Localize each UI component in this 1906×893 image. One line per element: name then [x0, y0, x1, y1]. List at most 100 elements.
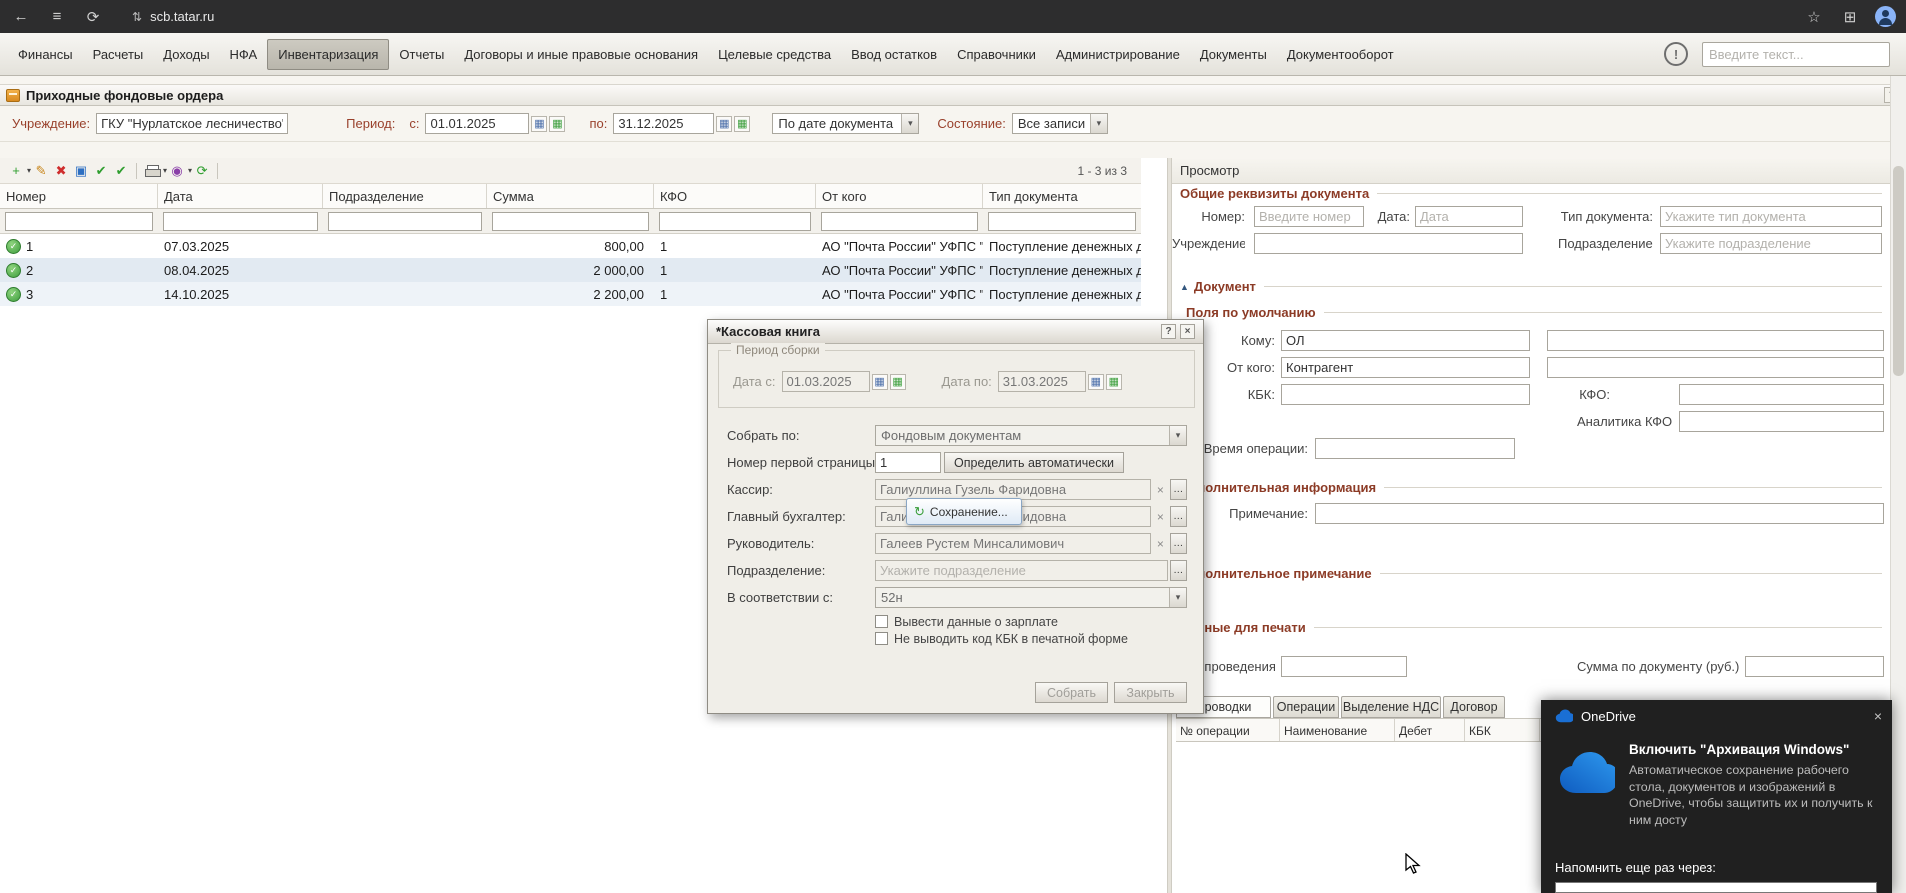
chevron-down-icon[interactable]: ▾: [27, 166, 31, 175]
refresh-grid-icon[interactable]: ⟳: [193, 161, 211, 181]
calendar-icon[interactable]: ▦: [716, 116, 732, 132]
notifications-icon[interactable]: !: [1664, 42, 1688, 66]
tab-contract[interactable]: Договор: [1443, 696, 1505, 718]
institution-input[interactable]: [96, 113, 288, 134]
column-filter-input[interactable]: [328, 212, 482, 231]
kfo-input[interactable]: [1679, 384, 1884, 405]
refresh-icon[interactable]: ⟳: [82, 8, 104, 26]
sub-column-header[interactable]: № операции: [1176, 719, 1280, 741]
calendar-today-icon[interactable]: ▦: [1106, 374, 1122, 390]
sub-column-header[interactable]: Наименование: [1280, 719, 1395, 741]
site-info-icon[interactable]: ⇅: [132, 10, 142, 24]
kbk-checkbox-label[interactable]: Не выводить код КБК в печатной форме: [894, 632, 1128, 646]
calendar-icon[interactable]: ▦: [1088, 374, 1104, 390]
kbk-input[interactable]: [1281, 384, 1530, 405]
column-header[interactable]: Подразделение: [323, 184, 487, 208]
copy-icon[interactable]: ▣: [72, 161, 90, 181]
column-filter-input[interactable]: [988, 212, 1136, 231]
page-scrollbar[interactable]: [1890, 76, 1906, 893]
column-filter-input[interactable]: [5, 212, 153, 231]
column-filter-input[interactable]: [492, 212, 649, 231]
op-time-input[interactable]: [1315, 438, 1515, 459]
kbk-checkbox[interactable]: [875, 632, 888, 645]
menu-item-nfa[interactable]: НФА: [220, 40, 268, 69]
section-document[interactable]: ▲Документ: [1180, 279, 1882, 294]
bookmark-star-icon[interactable]: ☆: [1803, 8, 1825, 26]
date-from-input[interactable]: [782, 371, 870, 392]
onedrive-remind-select[interactable]: [1555, 882, 1877, 893]
edit-icon[interactable]: ✎: [32, 161, 50, 181]
menu-item-documents[interactable]: Документы: [1190, 40, 1277, 69]
add-icon[interactable]: +: [7, 161, 25, 181]
menu-item-incomes[interactable]: Доходы: [153, 40, 219, 69]
clear-icon[interactable]: ×: [1153, 480, 1167, 499]
note-input[interactable]: [1315, 503, 1884, 524]
tab-operations[interactable]: Операции: [1273, 696, 1339, 718]
to-whom-extra-input[interactable]: [1547, 330, 1884, 351]
column-filter-input[interactable]: [821, 212, 978, 231]
auto-detect-button[interactable]: Определить автоматически: [944, 452, 1124, 473]
institution-input[interactable]: [1254, 233, 1523, 254]
dialog-help-icon[interactable]: ?: [1161, 324, 1176, 339]
dialog-close-icon[interactable]: ×: [1180, 324, 1195, 339]
address-bar[interactable]: ⇅ scb.tatar.ru: [132, 9, 214, 24]
sub-column-header[interactable]: Дебет: [1395, 719, 1465, 741]
menu-item-finances[interactable]: Финансы: [8, 40, 83, 69]
menu-item-administration[interactable]: Администрирование: [1046, 40, 1190, 69]
calendar-icon[interactable]: ▦: [872, 374, 888, 390]
from-whom-extra-input[interactable]: [1547, 357, 1884, 378]
post-icon[interactable]: ✔: [92, 161, 110, 181]
kfo-analytics-input[interactable]: [1679, 411, 1884, 432]
period-from-input[interactable]: [425, 113, 529, 134]
menu-item-target-funds[interactable]: Целевые средства: [708, 40, 841, 69]
division-input[interactable]: [1660, 233, 1882, 254]
profile-icon[interactable]: [1875, 6, 1896, 27]
menu-item-calculations[interactable]: Расчеты: [83, 40, 154, 69]
global-search-input[interactable]: [1702, 42, 1890, 67]
table-row[interactable]: ✓1 07.03.2025 800,00 1 АО "Почта России"…: [0, 234, 1141, 258]
table-row[interactable]: ✓3 14.10.2025 2 200,00 1 АО "Почта Росси…: [0, 282, 1141, 306]
column-filter-input[interactable]: [163, 212, 318, 231]
dialog-titlebar[interactable]: *Кассовая книга ? ×: [708, 320, 1203, 344]
menu-item-balances[interactable]: Ввод остатков: [841, 40, 947, 69]
menu-item-contracts[interactable]: Договоры и иные правовые основания: [454, 40, 708, 69]
chevron-down-icon[interactable]: ▾: [1169, 588, 1186, 607]
column-header[interactable]: От кого: [816, 184, 983, 208]
state-select[interactable]: Все записи ▾: [1012, 113, 1108, 134]
lookup-icon[interactable]: …: [1170, 533, 1187, 554]
back-icon[interactable]: ←: [10, 8, 32, 25]
chevron-down-icon[interactable]: ▾: [1090, 114, 1107, 133]
chevron-down-icon[interactable]: ▾: [1169, 426, 1186, 445]
calendar-today-icon[interactable]: ▦: [890, 374, 906, 390]
collect-by-select[interactable]: Фондовым документам ▾: [875, 425, 1187, 446]
menu-item-directories[interactable]: Справочники: [947, 40, 1046, 69]
menu-item-reports[interactable]: Отчеты: [389, 40, 454, 69]
close-button[interactable]: Закрыть: [1114, 682, 1187, 703]
print-icon[interactable]: [143, 161, 161, 181]
clear-icon[interactable]: ×: [1153, 507, 1167, 526]
first-page-input[interactable]: [875, 452, 941, 473]
lookup-icon[interactable]: …: [1170, 506, 1187, 527]
manager-input[interactable]: [875, 533, 1151, 554]
calendar-today-icon[interactable]: ▦: [549, 116, 565, 132]
chevron-down-icon[interactable]: ▾: [163, 166, 167, 175]
table-row[interactable]: ✓2 08.04.2025 2 000,00 1 АО "Почта Росси…: [0, 258, 1141, 282]
from-whom-input[interactable]: [1281, 357, 1530, 378]
lookup-icon[interactable]: …: [1170, 560, 1187, 581]
delete-icon[interactable]: ✖: [52, 161, 70, 181]
column-header[interactable]: Номер: [0, 184, 158, 208]
tab-vat[interactable]: Выделение НДС: [1341, 696, 1441, 718]
clear-icon[interactable]: ×: [1153, 534, 1167, 553]
period-to-input[interactable]: [613, 113, 714, 134]
cashier-input[interactable]: [875, 479, 1151, 500]
lookup-icon[interactable]: …: [1170, 479, 1187, 500]
salary-checkbox[interactable]: [875, 615, 888, 628]
doctype-input[interactable]: [1660, 206, 1882, 227]
chevron-down-icon[interactable]: ▾: [188, 166, 192, 175]
conduct-date-input[interactable]: [1281, 656, 1407, 677]
collapse-icon[interactable]: ▲: [1180, 282, 1189, 292]
menu-item-inventory[interactable]: Инвентаризация: [267, 39, 389, 70]
collect-button[interactable]: Собрать: [1035, 682, 1108, 703]
number-input[interactable]: [1254, 206, 1364, 227]
date-mode-select[interactable]: По дате документа ▾: [772, 113, 919, 134]
